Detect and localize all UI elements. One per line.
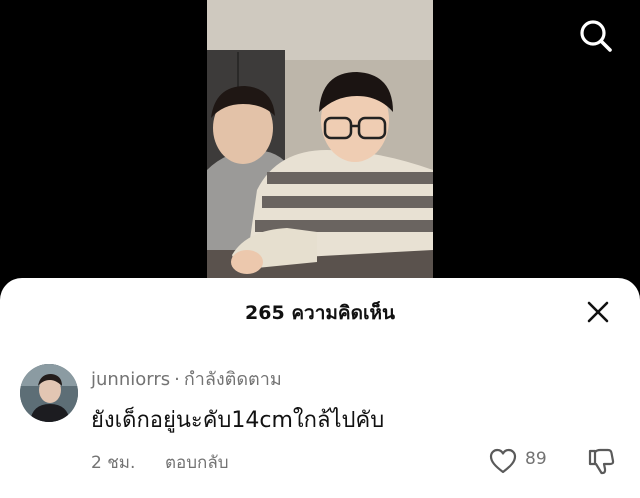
comment-meta: junniorrs · กำลังติดตาม: [91, 364, 282, 393]
heart-outline-icon: [489, 448, 517, 474]
comments-sheet: 265 ความคิดเห็น junniorrs · กำลังติดตาม …: [0, 278, 640, 498]
comment-text: ยังเด็กอยู่นะคับ14cmใกล้ไปคับ: [91, 408, 385, 433]
comments-header: 265 ความคิดเห็น: [0, 278, 640, 346]
comment-item: junniorrs · กำลังติดตาม ยังเด็กอยู่นะคับ14…: [0, 360, 640, 490]
avatar[interactable]: [20, 364, 78, 422]
like-button[interactable]: [487, 446, 519, 476]
thumbs-down-icon: [588, 448, 615, 475]
video-player[interactable]: [207, 0, 433, 300]
app-screen: 265 ความคิดเห็น junniorrs · กำลังติดตาม …: [0, 0, 640, 498]
search-icon: [580, 20, 612, 52]
reply-button[interactable]: ตอบกลับ: [165, 449, 229, 476]
search-button[interactable]: [574, 14, 618, 58]
comments-count-title: 265 ความคิดเห็น: [245, 302, 395, 324]
comment-username[interactable]: junniorrs: [91, 369, 170, 390]
avatar-image: [20, 364, 78, 422]
follow-status: กำลังติดตาม: [183, 369, 282, 390]
video-frame-illustration: [207, 0, 433, 300]
meta-separator: ·: [174, 369, 180, 390]
comment-actions: 2 ชม. ตอบกลับ 89: [91, 446, 621, 476]
comment-timestamp: 2 ชม.: [91, 453, 136, 473]
close-icon: [587, 301, 609, 323]
dislike-button[interactable]: [585, 446, 617, 476]
close-button[interactable]: [582, 296, 614, 328]
like-count: 89: [525, 449, 547, 469]
